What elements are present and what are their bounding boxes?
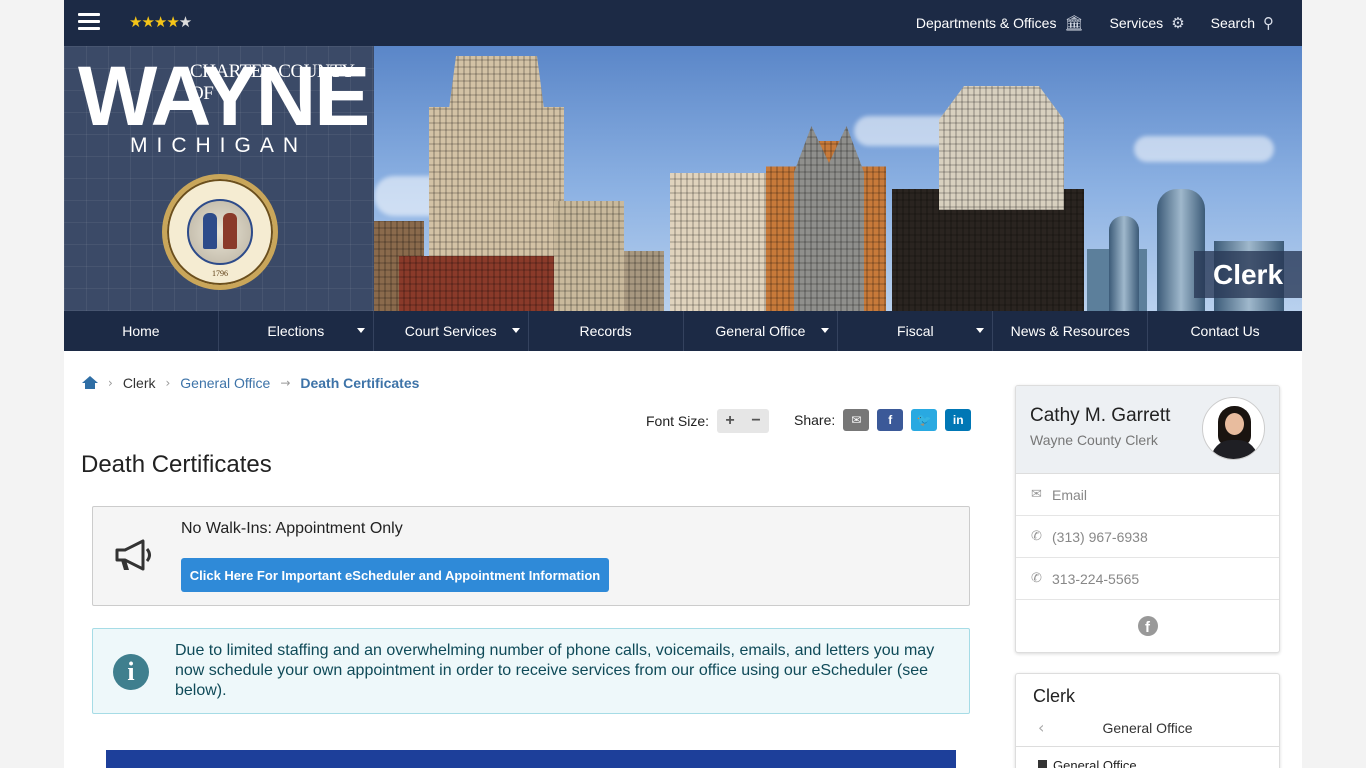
breadcrumb-clerk[interactable]: Clerk — [123, 375, 156, 391]
section-subtitle: General Office — [1102, 720, 1193, 736]
phone-icon: ✆ — [1031, 571, 1042, 586]
twitter-share-button[interactable]: 🐦 — [911, 409, 938, 431]
nav-fiscal[interactable]: Fiscal — [838, 311, 994, 351]
breadcrumb-current: Death Certificates — [300, 375, 420, 391]
nav-general-office-label: General Office — [715, 323, 806, 339]
nav-fiscal-label: Fiscal — [897, 323, 934, 339]
nav-court-services-label: Court Services — [404, 323, 497, 339]
top-nav: Departments & Offices 🏛 Services ⚙ Searc… — [916, 0, 1274, 46]
font-increase-button[interactable]: + — [725, 412, 734, 430]
top-bar: ★★★★★ Departments & Offices 🏛 Services ⚙… — [64, 0, 1302, 46]
share-bar: Share: ✉ f 🐦 in — [794, 409, 972, 431]
email-label: Email — [1052, 486, 1088, 503]
nav-news-resources[interactable]: News & Resources — [993, 311, 1149, 351]
bank-icon: 🏛 — [1064, 14, 1084, 32]
chevron-right-icon: › — [108, 376, 113, 390]
email-share-button[interactable]: ✉ — [843, 409, 870, 431]
section-title[interactable]: Clerk — [1033, 686, 1075, 707]
main-nav: Home Elections Court Services Records Ge… — [64, 311, 1302, 351]
gears-icon: ⚙ — [1171, 14, 1185, 32]
home-icon[interactable] — [82, 376, 98, 390]
seal-year: 1796 — [212, 269, 228, 278]
info-icon: i — [113, 654, 149, 690]
services-link[interactable]: Services ⚙ — [1110, 14, 1185, 32]
font-size-label: Font Size: — [646, 413, 710, 429]
nav-home[interactable]: Home — [64, 311, 219, 351]
menu-icon[interactable] — [78, 13, 100, 31]
breadcrumb: › Clerk › General Office → Death Certifi… — [82, 375, 419, 391]
twitter-icon: 🐦 — [916, 413, 932, 427]
phone-number-2: 313-224-5565 — [1052, 570, 1140, 587]
logo-michigan-text: MICHIGAN — [130, 134, 307, 157]
rating-stars[interactable]: ★★★★★ — [129, 13, 192, 31]
section-nav-item[interactable]: General Office — [1038, 758, 1137, 768]
chevron-down-icon[interactable] — [356, 328, 365, 333]
phone-number-1: (313) 967-6938 — [1052, 528, 1148, 545]
chevron-down-icon[interactable] — [511, 328, 520, 333]
font-decrease-button[interactable]: − — [751, 412, 760, 430]
envelope-icon: ✉ — [1031, 487, 1042, 502]
hero-banner: CHARTER COUNTY OF WAYNE MICHIGAN 1796 Cl… — [64, 46, 1302, 311]
info-text: Due to limited staffing and an overwhelm… — [175, 642, 935, 699]
alert-title: No Walk-Ins: Appointment Only — [181, 520, 403, 537]
official-name: Cathy M. Garrett — [1030, 405, 1171, 426]
facebook-share-button[interactable]: f — [877, 409, 904, 431]
department-title: Clerk — [1194, 251, 1302, 298]
search-label: Search — [1210, 15, 1255, 31]
nav-elections-label: Elections — [267, 323, 325, 339]
page: ★★★★★ Departments & Offices 🏛 Services ⚙… — [64, 0, 1302, 768]
logo-wayne-text: WAYNE — [78, 49, 370, 143]
breadcrumb-general-office[interactable]: General Office — [180, 375, 270, 391]
megaphone-icon — [115, 539, 151, 571]
facebook-icon: f — [888, 413, 893, 427]
info-alert: i Due to limited staffing and an overwhe… — [92, 628, 970, 714]
section-nav-card: Clerk ‹ General Office General Office — [1015, 673, 1280, 768]
avatar — [1202, 397, 1265, 460]
nav-records[interactable]: Records — [529, 311, 684, 351]
email-contact[interactable]: ✉ Email — [1016, 474, 1279, 516]
phone-icon: ✆ — [1031, 529, 1042, 544]
nav-contact-us-label: Contact Us — [1190, 323, 1260, 339]
page-title: Death Certificates — [81, 451, 272, 478]
nav-records-label: Records — [579, 323, 632, 339]
appointment-alert: No Walk-Ins: Appointment Only Click Here… — [92, 506, 970, 606]
chevron-down-icon[interactable] — [821, 328, 830, 333]
nav-contact-us[interactable]: Contact Us — [1148, 311, 1302, 351]
phone-contact-1[interactable]: ✆ (313) 967-6938 — [1016, 516, 1279, 558]
document-icon — [1038, 760, 1047, 768]
facebook-icon[interactable]: f — [1137, 616, 1158, 636]
skyline-photo: Clerk — [374, 46, 1302, 311]
nav-court-services[interactable]: Court Services — [374, 311, 529, 351]
nav-general-office[interactable]: General Office — [684, 311, 839, 351]
chevron-right-icon: › — [165, 376, 171, 390]
arrow-right-icon: → — [280, 376, 291, 390]
search-icon: ⚲ — [1263, 14, 1274, 32]
official-contact-card: Cathy M. Garrett Wayne County Clerk ✉ Em… — [1015, 385, 1280, 653]
font-size-buttons: + − — [717, 409, 770, 433]
content-banner-image — [106, 750, 956, 768]
nav-elections[interactable]: Elections — [219, 311, 374, 351]
departments-offices-link[interactable]: Departments & Offices 🏛 — [916, 14, 1084, 32]
county-seal: 1796 — [162, 174, 278, 290]
phone-contact-2[interactable]: ✆ 313-224-5565 — [1016, 558, 1279, 600]
nav-news-resources-label: News & Resources — [1010, 323, 1130, 339]
escheduler-info-button[interactable]: Click Here For Important eScheduler and … — [181, 558, 609, 592]
font-size-control: Font Size: + − — [646, 409, 770, 433]
county-logo[interactable]: CHARTER COUNTY OF WAYNE MICHIGAN 1796 — [64, 46, 374, 311]
share-label: Share: — [794, 412, 836, 428]
departments-offices-label: Departments & Offices — [915, 15, 1057, 31]
section-nav-item-label: General Office — [1053, 758, 1137, 768]
card-header: Cathy M. Garrett Wayne County Clerk — [1016, 386, 1279, 474]
social-links: f — [1016, 600, 1279, 652]
linkedin-icon: in — [952, 413, 964, 427]
search-link[interactable]: Search ⚲ — [1211, 14, 1274, 32]
official-role: Wayne County Clerk — [1030, 432, 1158, 448]
chevron-down-icon[interactable] — [976, 328, 985, 333]
linkedin-share-button[interactable]: in — [945, 409, 972, 431]
nav-home-label: Home — [122, 323, 160, 339]
email-icon: ✉ — [851, 413, 862, 427]
services-label: Services — [1109, 15, 1164, 31]
